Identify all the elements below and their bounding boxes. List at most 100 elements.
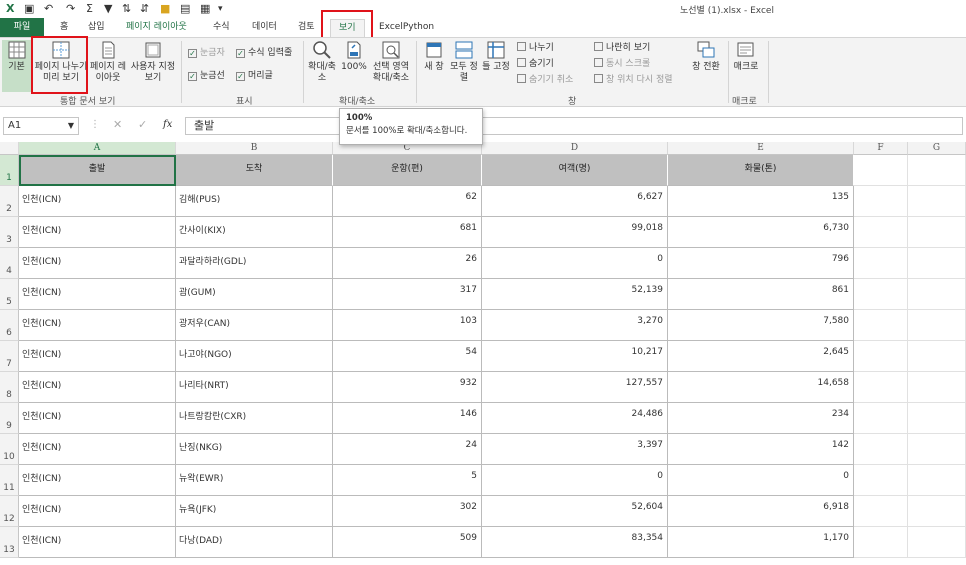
row-header[interactable]: 4 bbox=[0, 248, 19, 279]
table-cell[interactable]: 2,645 bbox=[668, 341, 854, 372]
empty-cell[interactable] bbox=[908, 341, 966, 372]
table-cell[interactable]: 0 bbox=[482, 248, 668, 279]
chevron-down-icon[interactable]: ▼ bbox=[68, 118, 74, 134]
redo-icon[interactable]: ↷ bbox=[66, 2, 75, 16]
table-cell[interactable]: 광저우(CAN) bbox=[176, 310, 333, 341]
zoom-button[interactable]: 확대/축소 bbox=[306, 40, 338, 84]
select-all-corner[interactable] bbox=[0, 142, 19, 155]
tab-formulas[interactable]: 수식 bbox=[211, 20, 232, 35]
table-cell[interactable]: 54 bbox=[333, 341, 482, 372]
table-cell[interactable]: 52,604 bbox=[482, 496, 668, 527]
table-cell[interactable]: 6,918 bbox=[668, 496, 854, 527]
table-cell[interactable]: 3,397 bbox=[482, 434, 668, 465]
column-header-a[interactable]: A bbox=[19, 142, 176, 155]
tab-excelpython[interactable]: ExcelPython bbox=[377, 20, 436, 35]
normal-view-button[interactable]: 기본 bbox=[2, 40, 31, 92]
table-cell[interactable]: 3,270 bbox=[482, 310, 668, 341]
table-cell[interactable]: 뉴욕(JFK) bbox=[176, 496, 333, 527]
header-cell[interactable]: 출발 bbox=[19, 155, 176, 186]
undo-icon[interactable]: ↶ bbox=[44, 2, 53, 16]
column-header-f[interactable]: F bbox=[854, 142, 908, 155]
table-cell[interactable]: 인천(ICN) bbox=[19, 403, 176, 434]
formula-bar-checkbox[interactable]: ✓ 수식 입력줄 bbox=[236, 48, 292, 59]
table-cell[interactable]: 5 bbox=[333, 465, 482, 496]
form-icon[interactable]: ▦ bbox=[200, 2, 210, 16]
table-cell[interactable]: 83,354 bbox=[482, 527, 668, 558]
table-cell[interactable]: 24,486 bbox=[482, 403, 668, 434]
table-cell[interactable]: 796 bbox=[668, 248, 854, 279]
arrange-all-button[interactable]: 모두 정렬 bbox=[450, 40, 478, 84]
save-icon[interactable]: ▣ bbox=[24, 2, 34, 16]
table-cell[interactable]: 509 bbox=[333, 527, 482, 558]
table-cell[interactable]: 861 bbox=[668, 279, 854, 310]
table-cell[interactable]: 간사이(KIX) bbox=[176, 217, 333, 248]
empty-cell[interactable] bbox=[854, 217, 908, 248]
table-cell[interactable]: 나트랑캄란(CXR) bbox=[176, 403, 333, 434]
table-cell[interactable]: 인천(ICN) bbox=[19, 341, 176, 372]
sort-asc-icon[interactable]: ⇅ bbox=[122, 2, 131, 16]
row-header[interactable]: 13 bbox=[0, 527, 19, 558]
table-cell[interactable]: 52,139 bbox=[482, 279, 668, 310]
tab-page-layout[interactable]: 페이지 레이아웃 bbox=[124, 20, 189, 35]
header-cell[interactable]: 도착 bbox=[176, 155, 333, 186]
hide-button[interactable]: 숨기기 bbox=[517, 58, 554, 70]
column-header-d[interactable]: D bbox=[482, 142, 668, 155]
table-cell[interactable]: 나리타(NRT) bbox=[176, 372, 333, 403]
empty-cell[interactable] bbox=[908, 434, 966, 465]
sort-desc-icon[interactable]: ⇵ bbox=[140, 2, 149, 16]
tab-insert[interactable]: 삽입 bbox=[86, 20, 107, 35]
empty-cell[interactable] bbox=[854, 248, 908, 279]
table-cell[interactable]: 인천(ICN) bbox=[19, 496, 176, 527]
table-cell[interactable]: 142 bbox=[668, 434, 854, 465]
row-header[interactable]: 7 bbox=[0, 341, 19, 372]
empty-cell[interactable] bbox=[854, 155, 908, 186]
freeze-panes-button[interactable]: 틀 고정 bbox=[480, 40, 512, 73]
empty-cell[interactable] bbox=[854, 465, 908, 496]
table-cell[interactable]: 6,627 bbox=[482, 186, 668, 217]
table-cell[interactable]: 인천(ICN) bbox=[19, 186, 176, 217]
tab-file[interactable]: 파일 bbox=[0, 18, 44, 37]
row-header[interactable]: 1 bbox=[0, 155, 19, 186]
page-layout-view-button[interactable]: 페이지 레이아웃 bbox=[90, 40, 126, 84]
macros-button[interactable]: 매크로 bbox=[732, 40, 760, 73]
table-cell[interactable]: 인천(ICN) bbox=[19, 372, 176, 403]
formula-input[interactable]: 출발 bbox=[185, 117, 963, 135]
reset-window-position-button[interactable]: 창 위치 다시 정렬 bbox=[594, 74, 673, 86]
empty-cell[interactable] bbox=[854, 527, 908, 558]
table-cell[interactable]: 난징(NKG) bbox=[176, 434, 333, 465]
table-cell[interactable]: 인천(ICN) bbox=[19, 310, 176, 341]
table-cell[interactable]: 302 bbox=[333, 496, 482, 527]
table-cell[interactable]: 135 bbox=[668, 186, 854, 217]
table-cell[interactable]: 62 bbox=[333, 186, 482, 217]
switch-windows-button[interactable]: 창 전환 bbox=[688, 40, 724, 73]
header-cell[interactable]: 운항(편) bbox=[333, 155, 482, 186]
table-cell[interactable]: 0 bbox=[482, 465, 668, 496]
empty-cell[interactable] bbox=[908, 465, 966, 496]
filter-icon[interactable]: ▼ bbox=[104, 2, 112, 16]
zoom-100-button[interactable]: 100% bbox=[340, 40, 368, 73]
empty-cell[interactable] bbox=[908, 496, 966, 527]
table-cell[interactable]: 146 bbox=[333, 403, 482, 434]
table-cell[interactable]: 뉴왁(EWR) bbox=[176, 465, 333, 496]
table-cell[interactable]: 인천(ICN) bbox=[19, 434, 176, 465]
header-cell[interactable]: 화물(톤) bbox=[668, 155, 854, 186]
autosum-icon[interactable]: Σ bbox=[86, 2, 93, 16]
table-cell[interactable]: 1,170 bbox=[668, 527, 854, 558]
table-cell[interactable]: 14,658 bbox=[668, 372, 854, 403]
empty-cell[interactable] bbox=[908, 372, 966, 403]
empty-cell[interactable] bbox=[908, 217, 966, 248]
table-cell[interactable]: 인천(ICN) bbox=[19, 279, 176, 310]
table-cell[interactable]: 0 bbox=[668, 465, 854, 496]
ruler-checkbox[interactable]: ✓ 눈금자 bbox=[188, 48, 225, 59]
column-header-e[interactable]: E bbox=[668, 142, 854, 155]
empty-cell[interactable] bbox=[854, 434, 908, 465]
view-side-by-side-button[interactable]: 나란히 보기 bbox=[594, 42, 650, 54]
open-folder-icon[interactable]: ■ bbox=[160, 2, 170, 16]
tab-home[interactable]: 홈 bbox=[58, 20, 70, 35]
sync-scroll-button[interactable]: 동시 스크롤 bbox=[594, 58, 650, 70]
table-cell[interactable]: 나고야(NGO) bbox=[176, 341, 333, 372]
row-header[interactable]: 3 bbox=[0, 217, 19, 248]
new-window-button[interactable]: 새 창 bbox=[420, 40, 448, 73]
empty-cell[interactable] bbox=[854, 372, 908, 403]
spreadsheet-grid[interactable]: ABCDEFG 1 출발 도착 운항(편) 여객(명) 화물(톤) 2 인천(ICN) 김해(P… bbox=[0, 142, 966, 565]
